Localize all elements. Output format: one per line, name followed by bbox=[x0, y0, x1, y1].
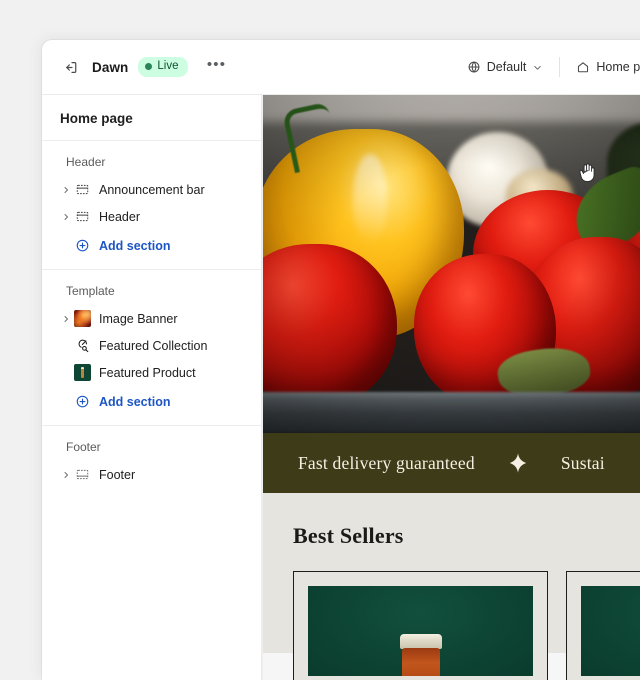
sidebar-item-featured-collection[interactable]: Featured Collection bbox=[50, 332, 253, 359]
sidebar-group-template: Template Image Banner Featured Collectio… bbox=[42, 270, 261, 426]
featured-collection-icon bbox=[74, 337, 91, 354]
sidebar-item-announcement-bar[interactable]: Announcement bar bbox=[50, 176, 253, 203]
sidebar-item-label: Featured Product bbox=[99, 365, 196, 380]
sections-sidebar: Home page Header Announcement bar Header… bbox=[42, 95, 262, 680]
product-card[interactable] bbox=[566, 571, 640, 680]
sidebar-group-label: Footer bbox=[66, 440, 101, 454]
add-circle-icon bbox=[74, 393, 91, 410]
sidebar-item-label: Header bbox=[99, 209, 140, 224]
sidebar-item-image-banner[interactable]: Image Banner bbox=[50, 305, 253, 332]
sidebar-item-header[interactable]: Header bbox=[50, 203, 253, 230]
announcement-marquee[interactable]: Fast delivery guaranteed Sustai bbox=[263, 433, 640, 493]
sidebar-item-featured-product[interactable]: Featured Product bbox=[50, 359, 253, 386]
best-sellers-section[interactable]: Best Sellers bbox=[263, 493, 640, 680]
chevron-right-icon[interactable] bbox=[58, 185, 74, 195]
sidebar-group-label: Header bbox=[66, 155, 106, 169]
exit-icon[interactable] bbox=[58, 55, 82, 79]
page-selector[interactable]: Home page bbox=[569, 55, 640, 79]
theme-editor-window: Dawn Live ••• Default Home p Home page H… bbox=[42, 40, 640, 680]
add-section-label: Add section bbox=[99, 394, 171, 409]
chevron-right-icon[interactable] bbox=[58, 314, 74, 324]
featured-product-thumbnail bbox=[74, 364, 91, 381]
status-badge-label: Live bbox=[157, 59, 179, 72]
sidebar-item-label: Image Banner bbox=[99, 311, 178, 326]
status-dot-icon bbox=[145, 63, 153, 71]
sidebar-page-title-row: Home page bbox=[42, 95, 261, 141]
section-block-icon bbox=[74, 208, 91, 225]
marquee-text: Fast delivery guaranteed bbox=[298, 452, 475, 473]
storefront-preview[interactable]: Fast delivery guaranteed Sustai Best Sel… bbox=[262, 95, 640, 680]
globe-icon bbox=[467, 60, 481, 74]
sidebar-group-footer: Footer Footer bbox=[42, 426, 261, 498]
more-options-button[interactable]: ••• bbox=[204, 55, 230, 79]
market-selector-label: Default bbox=[486, 60, 527, 74]
product-image bbox=[581, 586, 640, 676]
sidebar-item-label: Footer bbox=[99, 467, 136, 482]
editor-top-bar: Dawn Live ••• Default Home p bbox=[42, 40, 640, 95]
chevron-right-icon[interactable] bbox=[58, 212, 74, 222]
market-selector[interactable]: Default bbox=[460, 55, 551, 79]
top-bar-left-cluster: Dawn Live ••• bbox=[58, 55, 230, 79]
status-badge: Live bbox=[138, 56, 188, 77]
add-section-button-template[interactable]: Add section bbox=[50, 388, 253, 415]
product-card[interactable] bbox=[293, 571, 548, 680]
sidebar-group-label: Template bbox=[66, 284, 115, 298]
sidebar-item-label: Featured Collection bbox=[99, 338, 208, 353]
sidebar-item-footer[interactable]: Footer bbox=[50, 461, 253, 488]
section-block-icon bbox=[74, 181, 91, 198]
image-banner-thumbnail bbox=[74, 310, 91, 327]
add-section-label: Add section bbox=[99, 238, 171, 253]
home-icon bbox=[576, 60, 590, 74]
jar-graphic bbox=[399, 634, 442, 676]
add-circle-icon bbox=[74, 237, 91, 254]
footer-block-icon bbox=[74, 466, 91, 483]
hero-artwork bbox=[263, 95, 640, 433]
marquee-text: Sustai bbox=[560, 452, 605, 473]
theme-name: Dawn bbox=[92, 59, 129, 75]
top-bar-right-cluster: Default Home page bbox=[460, 40, 640, 94]
chevron-right-icon[interactable] bbox=[58, 470, 74, 480]
hero-image-banner[interactable] bbox=[263, 95, 640, 433]
product-image bbox=[308, 586, 533, 676]
sidebar-group-header: Header Announcement bar Header Add secti… bbox=[42, 141, 261, 270]
page-selector-label: Home page bbox=[596, 60, 640, 74]
chevron-down-icon bbox=[532, 62, 543, 73]
editor-body: Home page Header Announcement bar Header… bbox=[42, 95, 640, 680]
product-card-grid bbox=[293, 571, 640, 680]
add-section-button-header[interactable]: Add section bbox=[50, 232, 253, 259]
section-heading: Best Sellers bbox=[293, 523, 404, 548]
sparkle-star-icon bbox=[507, 452, 529, 474]
sidebar-item-label: Announcement bar bbox=[99, 182, 205, 197]
page-title: Home page bbox=[60, 111, 133, 126]
top-bar-divider bbox=[559, 57, 561, 77]
preview-scroll-area: Fast delivery guaranteed Sustai Best Sel… bbox=[263, 95, 640, 680]
